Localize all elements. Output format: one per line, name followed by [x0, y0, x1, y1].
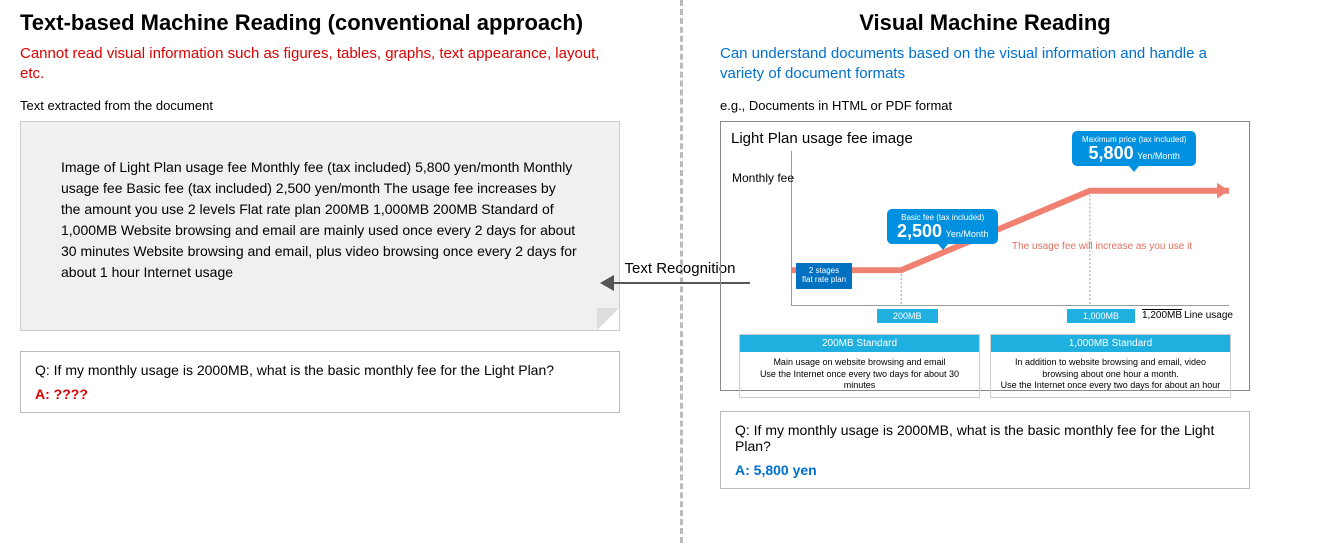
mb-tag-200: 200MB — [877, 309, 938, 323]
right-subtitle: Can understand documents based on the vi… — [720, 44, 1250, 83]
left-note: Text extracted from the document — [20, 98, 620, 113]
left-answer: A: ???? — [35, 386, 605, 402]
basic-price-bubble: Basic fee (tax included) 2,500 Yen/Month — [887, 209, 998, 244]
left-question: Q: If my monthly usage is 2000MB, what i… — [35, 362, 605, 378]
mb-tag-1200: 1,200MB — [1142, 310, 1182, 321]
price-line-icon — [792, 151, 1229, 305]
left-panel: Text-based Machine Reading (conventional… — [0, 0, 650, 543]
extracted-text-box: Image of Light Plan usage fee Monthly fe… — [20, 121, 620, 331]
chart-area: Monthly fee Maximum price (tax included)… — [791, 151, 1229, 306]
right-answer: A: 5,800 yen — [735, 462, 1235, 478]
page-fold-icon — [597, 308, 619, 330]
standards-row: 200MB Standard Main usage on website bro… — [731, 334, 1239, 398]
standard-200: 200MB Standard Main usage on website bro… — [739, 334, 980, 398]
usage-increase-note: The usage fee will increase as you use i… — [1012, 241, 1192, 252]
right-qa-box: Q: If my monthly usage is 2000MB, what i… — [720, 411, 1250, 489]
standard-1000: 1,000MB Standard In addition to website … — [990, 334, 1231, 398]
divider: Text Recognition — [650, 0, 710, 543]
left-qa-box: Q: If my monthly usage is 2000MB, what i… — [20, 351, 620, 413]
stage-box: 2 stagesflat rate plan — [796, 263, 852, 289]
y-axis-label: Monthly fee — [732, 171, 794, 185]
right-question: Q: If my monthly usage is 2000MB, what i… — [735, 422, 1235, 454]
mb-tag-1000: 1,000MB — [1067, 309, 1135, 323]
extracted-text: Image of Light Plan usage fee Monthly fe… — [61, 159, 577, 280]
document-preview: Light Plan usage fee image Monthly fee M… — [720, 121, 1250, 391]
right-title: Visual Machine Reading — [720, 10, 1250, 36]
x-axis-label: Line usage — [1184, 310, 1233, 321]
right-note: e.g., Documents in HTML or PDF format — [720, 98, 1250, 113]
left-subtitle: Cannot read visual information such as f… — [20, 44, 620, 83]
left-title: Text-based Machine Reading (conventional… — [20, 10, 620, 36]
max-price-bubble: Maximum price (tax included) 5,800 Yen/M… — [1072, 131, 1196, 166]
right-panel: Visual Machine Reading Can understand do… — [710, 0, 1270, 543]
